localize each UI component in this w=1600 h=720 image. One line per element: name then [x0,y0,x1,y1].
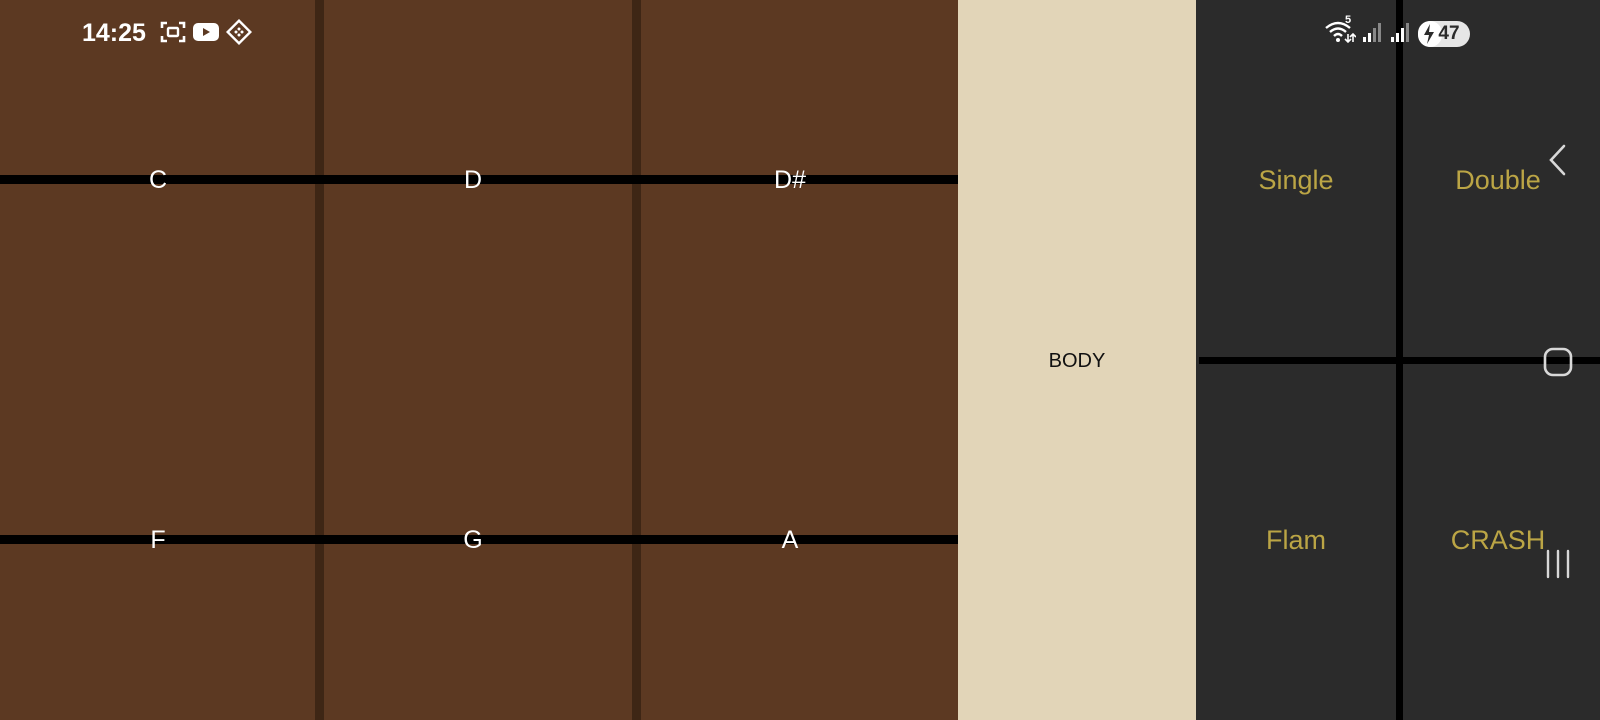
status-icons-right: 5 47 [1324,14,1470,49]
screenshot-icon [160,20,186,49]
fret-bar-1 [315,0,324,720]
signal-icon-2 [1390,21,1412,48]
wifi-label: 5 [1345,13,1352,26]
recents-icon[interactable] [1538,544,1578,584]
battery-bolt-icon [1424,24,1434,44]
note-f-button[interactable]: F [118,525,198,555]
note-d-button[interactable]: D [433,165,513,195]
note-a-button[interactable]: A [750,525,830,555]
note-g-button[interactable]: G [433,525,513,555]
flam-pad-button[interactable]: Flam [1196,524,1396,556]
status-time: 14:25 [82,19,146,47]
status-icons-left [160,18,253,50]
body-label: BODY [1048,350,1106,372]
note-c-button[interactable]: C [118,165,198,195]
wifi-icon: 5 [1324,14,1357,49]
note-d-sharp-button[interactable]: D# [750,165,830,195]
youtube-icon [192,21,220,48]
signal-icon [1362,21,1384,48]
app-icon [225,18,253,50]
body-pad[interactable]: BODY [958,0,1196,720]
home-icon[interactable] [1538,342,1578,382]
fretboard[interactable]: C D D# F G A [0,0,958,720]
fret-bar-2 [632,0,641,720]
back-icon[interactable] [1538,140,1578,180]
battery-indicator: 47 [1418,21,1470,47]
single-pad-button[interactable]: Single [1196,164,1396,196]
battery-level: 47 [1438,23,1460,44]
